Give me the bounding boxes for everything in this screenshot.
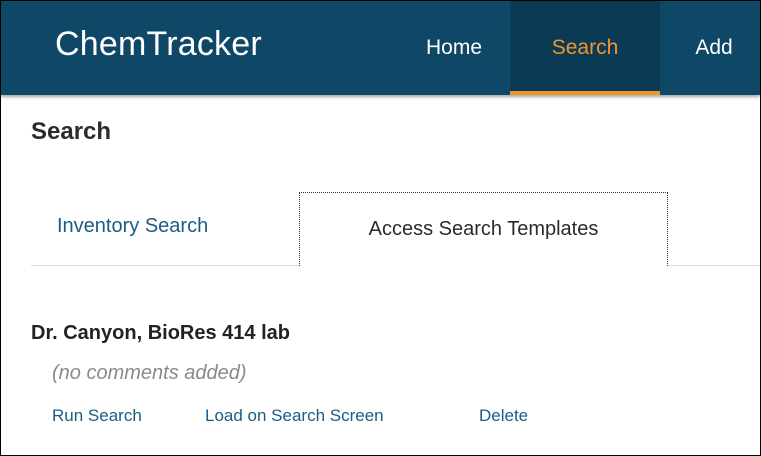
active-indicator [510,91,660,95]
nav-search[interactable]: Search [510,1,660,95]
nav-add[interactable]: Add [669,1,759,95]
nav-search-label: Search [551,36,619,59]
tab-access-search-templates[interactable]: Access Search Templates [299,192,668,266]
app-window: ChemTracker Home Search Add Search Inven… [0,0,761,456]
template-comment: (no comments added) [52,362,247,384]
top-navbar: ChemTracker Home Search Add [1,1,760,95]
nav-home[interactable]: Home [409,1,499,95]
load-on-search-screen-link[interactable]: Load on Search Screen [205,406,384,426]
tab-inventory-search[interactable]: Inventory Search [57,215,208,238]
page-title: Search [31,118,112,145]
run-search-link[interactable]: Run Search [52,406,142,426]
brand-logo[interactable]: ChemTracker [55,25,262,64]
template-name: Dr. Canyon, BioRes 414 lab [31,322,290,344]
delete-link[interactable]: Delete [479,406,528,426]
